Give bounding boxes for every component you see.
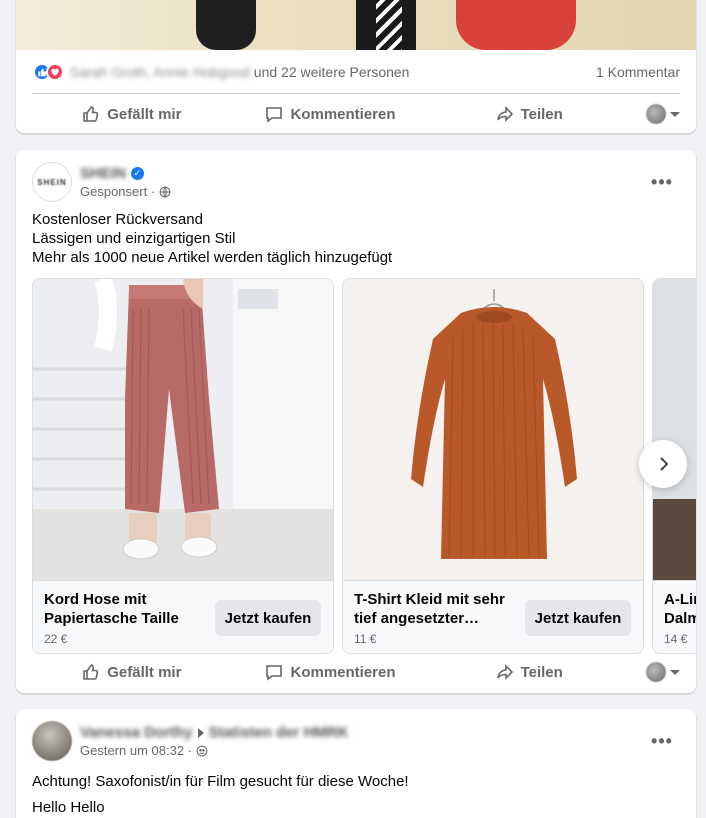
arrow-right-icon <box>197 727 204 738</box>
avatar <box>646 662 667 682</box>
buy-now-button[interactable]: Jetzt kaufen <box>215 600 321 636</box>
friends-icon <box>196 745 208 756</box>
post-header: SHEIN SHEIN ✓ Gesponsert · ••• <box>32 162 680 202</box>
thumbs-up-icon <box>83 663 99 680</box>
post-text-line: Mehr als 1000 neue Artikel werden täglic… <box>32 249 393 266</box>
like-label: Gefällt mir <box>107 105 182 123</box>
action-bar: Gefällt mir Kommentieren Teilen <box>32 94 681 133</box>
more-options-button[interactable]: ••• <box>644 164 680 200</box>
post-text-line: Kostenloser Rückversand <box>32 211 203 228</box>
comments-count[interactable]: 1 Kommentar <box>596 64 680 80</box>
product-price: 11 € <box>354 632 377 646</box>
page-avatar[interactable]: SHEIN <box>32 162 72 202</box>
comment-icon <box>266 107 283 123</box>
globe-icon <box>159 186 171 197</box>
thumbs-up-icon <box>83 105 99 122</box>
product-price: 22 € <box>44 632 68 646</box>
share-button[interactable]: Teilen <box>429 654 628 690</box>
post-as-selector[interactable] <box>628 662 681 682</box>
chevron-down-icon <box>670 111 681 117</box>
author-name[interactable]: Vanessa Dorthy <box>80 724 193 741</box>
reaction-others[interactable]: und 22 weitere Personen <box>254 64 410 80</box>
love-reaction-icon <box>46 63 64 81</box>
product-title[interactable]: Kord Hose mit Papiertasche Taille <box>44 590 204 628</box>
product-price: 14 € <box>664 632 688 646</box>
comment-button[interactable]: Kommentieren <box>231 96 430 132</box>
product-image[interactable] <box>653 279 696 580</box>
more-options-button[interactable]: ••• <box>644 723 680 759</box>
reactions-summary[interactable]: Sarah Groth, Annie Hobgood und 22 weiter… <box>33 60 680 84</box>
avatar[interactable] <box>32 721 72 761</box>
share-icon <box>496 664 513 680</box>
like-button[interactable]: Gefällt mir <box>32 96 231 132</box>
post-text-line: Hello Hello <box>32 799 105 816</box>
chevron-down-icon <box>670 669 681 675</box>
sponsored-label[interactable]: Gesponsert · <box>80 184 155 199</box>
avatar <box>646 104 667 124</box>
post-as-selector[interactable] <box>628 104 681 124</box>
page-avatar-text: SHEIN <box>37 177 67 187</box>
post-header: Vanessa Dorthy Statisten der HMRK Gester… <box>32 721 680 761</box>
product-info: T-Shirt Kleid mit sehr tief angesetzter…… <box>343 580 643 653</box>
share-icon <box>496 106 513 122</box>
share-label: Teilen <box>520 663 563 681</box>
page-name[interactable]: SHEIN <box>80 165 126 182</box>
feed-post-sponsored: SHEIN SHEIN ✓ Gesponsert · ••• Kostenlos… <box>16 150 696 693</box>
share-label: Teilen <box>520 105 563 123</box>
action-bar: Gefällt mir Kommentieren Teilen <box>32 652 681 692</box>
product-card[interactable]: T-Shirt Kleid mit sehr tief angesetzter…… <box>342 278 644 654</box>
post-image[interactable] <box>16 0 696 50</box>
comment-label: Kommentieren <box>290 663 396 681</box>
carousel-next-button[interactable] <box>639 440 687 488</box>
chevron-right-icon <box>660 457 669 471</box>
feed-post-group: Vanessa Dorthy Statisten der HMRK Gester… <box>16 709 696 818</box>
post-time[interactable]: Gestern um 08:32 · <box>80 743 192 758</box>
buy-now-button[interactable]: Jetzt kaufen <box>525 600 631 636</box>
product-title[interactable]: T-Shirt Kleid mit sehr tief angesetzter… <box>354 590 514 628</box>
feed-post-1: Sarah Groth, Annie Hobgood und 22 weiter… <box>16 0 696 133</box>
post-text-line: Achtung! Saxofonist/in für Film gesucht … <box>32 773 409 790</box>
post-text: Achtung! Saxofonist/in für Film gesucht … <box>32 769 680 818</box>
post-text: Kostenloser Rückversand Lässigen und ein… <box>32 210 680 267</box>
product-info: A-Lin Dalm 14 € <box>653 580 696 653</box>
comment-button[interactable]: Kommentieren <box>231 654 430 690</box>
group-name[interactable]: Statisten der HMRK <box>209 724 349 741</box>
product-carousel: Kord Hose mit Papiertasche Taille 22 € J… <box>32 278 696 654</box>
like-label: Gefällt mir <box>107 663 182 681</box>
share-button[interactable]: Teilen <box>429 96 628 132</box>
reaction-names[interactable]: Sarah Groth, Annie Hobgood <box>70 64 250 80</box>
like-button[interactable]: Gefällt mir <box>32 654 231 690</box>
product-image[interactable] <box>33 279 333 580</box>
comment-icon <box>266 665 283 681</box>
verified-badge-icon: ✓ <box>130 167 144 180</box>
product-card[interactable]: Kord Hose mit Papiertasche Taille 22 € J… <box>32 278 334 654</box>
product-info: Kord Hose mit Papiertasche Taille 22 € J… <box>33 580 333 653</box>
product-image[interactable] <box>343 279 643 580</box>
post-text-line: Lässigen und einzigartigen Stil <box>32 230 236 247</box>
product-title[interactable]: A-Lin Dalm <box>664 590 696 628</box>
comment-label: Kommentieren <box>290 105 396 123</box>
